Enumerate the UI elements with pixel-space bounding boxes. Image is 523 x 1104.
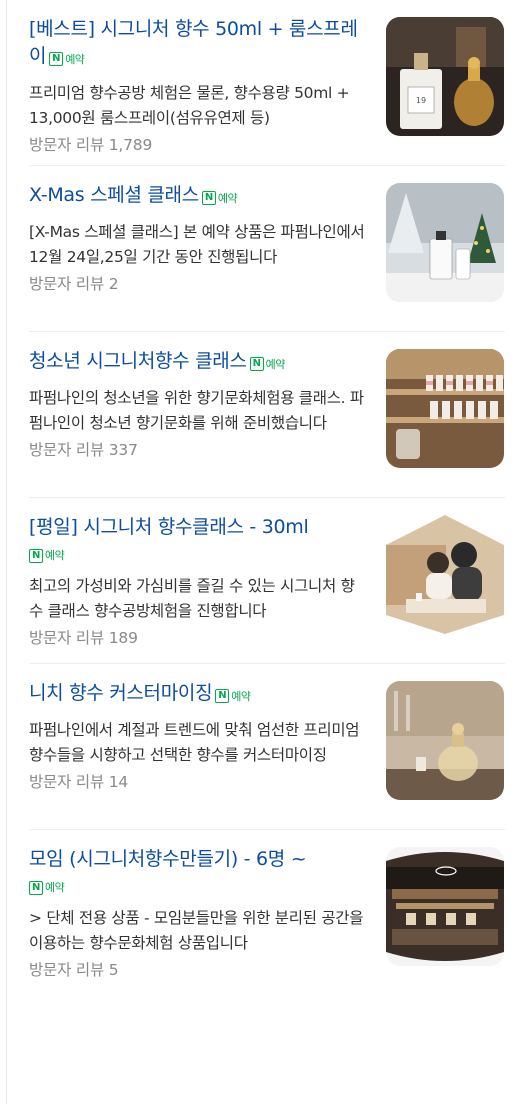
perfume-class-thumbnail[interactable] [386,515,504,634]
item-description: 프리미엄 향수공방 체험은 물론, 향수용량 50ml + 13,000원 룸스… [29,83,350,127]
perfume-bottles-thumbnail[interactable]: 19 [386,17,504,136]
list-item: 모임 (시그니처향수만들기) - 6명 ~ N 예약 > 단체 전용 상품 - 모… [29,830,505,996]
reservation-badge: N 예약 [29,544,65,568]
item-text: 모임 (시그니처향수만들기) - 6명 ~ N 예약 > 단체 전용 상품 - 모… [29,846,367,981]
reservation-badge: N 예약 [29,876,65,900]
visitor-review-count[interactable]: 방문자 리뷰 2 [29,273,367,295]
christmas-display-thumbnail[interactable] [386,183,504,302]
item-text: 니치 향수 커스터마이징 N 예약 파펌나인에서 계절과 트렌드에 맞춰 엄선한 프… [29,680,367,793]
badge-row: N 예약 [29,541,367,568]
item-title[interactable]: [평일] 시그니처 향수클래스 - 30ml [29,516,309,538]
reservation-badge: N 예약 [215,683,251,710]
item-title-link[interactable]: [베스트] 시그니처 향수 50ml + 룸스프레이 N 예약 [29,16,367,73]
item-title-link[interactable]: 니치 향수 커스터마이징 N 예약 [29,680,367,710]
item-text: X-Mas 스페셜 클래스 N 예약 [X-Mas 스페셜 클래스] 본 예약 상품… [29,182,367,295]
item-title-link[interactable]: [평일] 시그니처 향수클래스 - 30ml [29,514,367,541]
naver-n-icon: N [29,881,43,895]
reservation-badge: N 예약 [49,46,85,73]
naver-n-icon: N [201,191,216,205]
booking-product-list: [베스트] 시그니처 향수 50ml + 룸스프레이 N 예약 프리미엄 향수공방 … [29,0,505,996]
reservation-badge: N 예약 [201,185,238,212]
naver-n-icon: N [29,549,43,563]
item-text: [평일] 시그니처 향수클래스 - 30ml N 예약 최고의 가성비와 가심비를… [29,514,367,649]
reservation-badge: N 예약 [249,351,286,378]
reservation-label: 예약 [45,881,65,894]
item-description: > 단체 전용 상품 - 모임분들만을 위한 분리된 공간을 이용하는 향수문화… [29,909,364,952]
item-description: 최고의 가성비와 가심비를 즐길 수 있는 시그니처 향수 클래스 향수공방체험… [29,577,355,620]
reservation-label: 예약 [45,549,65,562]
item-title[interactable]: 니치 향수 커스터마이징 [29,682,213,704]
reservation-label: 예약 [231,689,251,703]
left-divider [6,0,7,1104]
visitor-review-count[interactable]: 방문자 리뷰 5 [29,959,367,981]
item-text: [베스트] 시그니처 향수 50ml + 룸스프레이 N 예약 프리미엄 향수공방 … [29,16,367,156]
reservation-label: 예약 [65,52,85,66]
item-title[interactable]: X-Mas 스페셜 클래스 [29,184,199,206]
glass-bottle-thumbnail[interactable] [386,681,504,800]
workshop-room-thumbnail[interactable] [386,847,504,966]
fragrance-rack-thumbnail[interactable] [386,349,504,468]
item-title-link[interactable]: X-Mas 스페셜 클래스 N 예약 [29,182,367,212]
item-title[interactable]: 모임 (시그니처향수만들기) - 6명 ~ [29,848,307,870]
list-item: X-Mas 스페셜 클래스 N 예약 [X-Mas 스페셜 클래스] 본 예약 상품… [29,166,505,332]
list-item: [평일] 시그니처 향수클래스 - 30ml N 예약 최고의 가성비와 가심비를… [29,498,505,664]
item-description: 파펌나인에서 계절과 트렌드에 맞춰 엄선한 프리미엄 향수들을 시향하고 선택… [29,720,360,764]
visitor-review-count[interactable]: 방문자 리뷰 337 [29,439,367,461]
item-description: [X-Mas 스페셜 클래스] 본 예약 상품은 파펌나인에서 12월 24일,… [29,222,365,266]
naver-n-icon: N [215,689,230,703]
naver-n-icon: N [49,52,64,66]
item-title-link[interactable]: 모임 (시그니처향수만들기) - 6명 ~ [29,846,367,873]
item-description: 파펌나인의 청소년을 위한 향기문화체험용 클래스. 파펌나인이 청소년 향기문… [29,388,364,432]
item-title-link[interactable]: 청소년 시그니처향수 클래스 N 예약 [29,348,367,378]
item-text: 청소년 시그니처향수 클래스 N 예약 파펌나인의 청소년을 위한 향기문화체험용 … [29,348,367,461]
naver-n-icon: N [249,357,264,371]
visitor-review-count[interactable]: 방문자 리뷰 1,789 [29,134,367,156]
visitor-review-count[interactable]: 방문자 리뷰 189 [29,627,367,649]
svg-text:19: 19 [416,96,426,105]
item-title[interactable]: 청소년 시그니처향수 클래스 [29,350,247,372]
list-item: 니치 향수 커스터마이징 N 예약 파펌나인에서 계절과 트렌드에 맞춰 엄선한 프… [29,664,505,830]
reservation-label: 예약 [265,357,286,371]
reservation-label: 예약 [217,191,238,205]
visitor-review-count[interactable]: 방문자 리뷰 14 [29,771,367,793]
list-item: 청소년 시그니처향수 클래스 N 예약 파펌나인의 청소년을 위한 향기문화체험용 … [29,332,505,498]
list-item: [베스트] 시그니처 향수 50ml + 룸스프레이 N 예약 프리미엄 향수공방 … [29,0,505,166]
badge-row: N 예약 [29,873,367,900]
